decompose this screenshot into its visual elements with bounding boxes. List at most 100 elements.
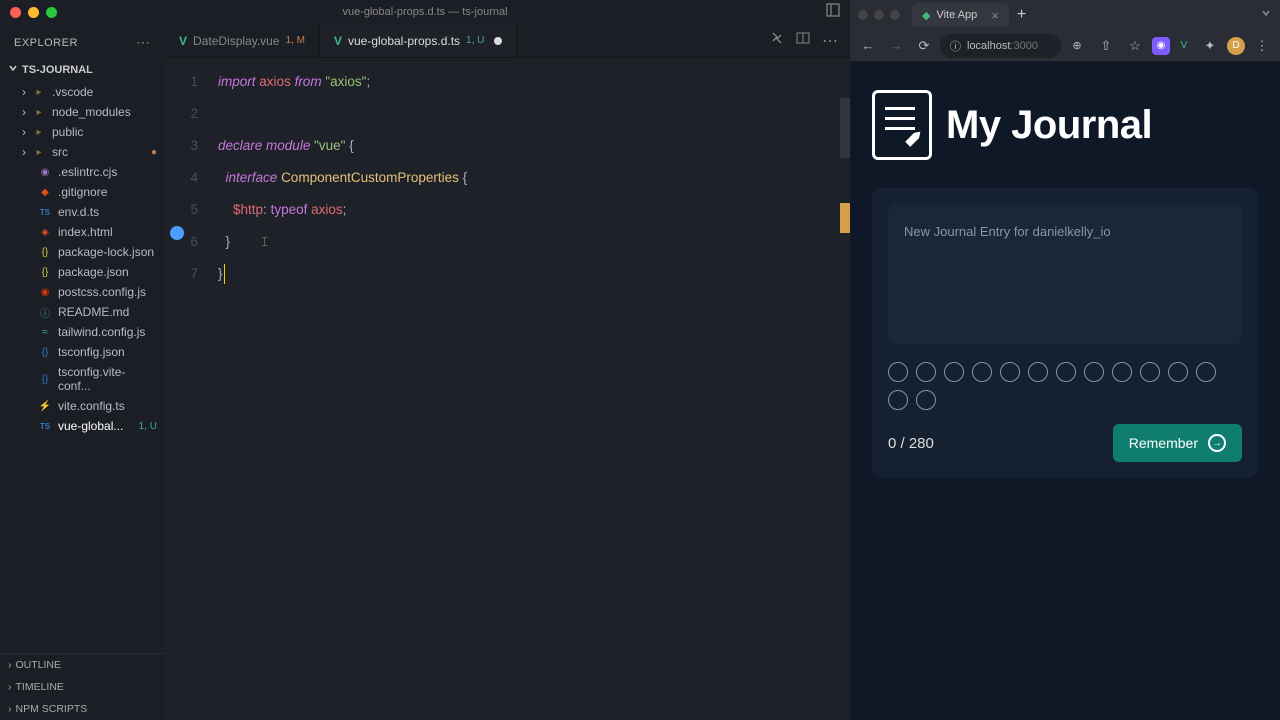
browser-minimize-button[interactable]	[874, 10, 884, 20]
tree-folder-public[interactable]: ›▸public	[0, 122, 165, 142]
code-content[interactable]: import axios from "axios"; declare modul…	[210, 58, 850, 720]
vue-devtools-icon[interactable]: V	[1175, 37, 1193, 55]
tree-file-eslintrc[interactable]: ◉.eslintrc.cjs	[0, 162, 165, 182]
json-file-icon: {}	[38, 245, 52, 259]
tab-label: DateDisplay.vue	[193, 34, 279, 48]
entry-textarea[interactable]: New Journal Entry for danielkelly_io	[888, 204, 1242, 344]
tab-dropdown-icon[interactable]	[1260, 6, 1272, 24]
tree-folder-vscode[interactable]: ›▸.vscode	[0, 82, 165, 102]
more-actions-icon[interactable]: ⋯	[822, 31, 838, 51]
layout-icon[interactable]	[826, 3, 840, 22]
tree-file-package[interactable]: {}package.json	[0, 262, 165, 282]
close-window-button[interactable]	[10, 7, 21, 18]
chevron-right-icon: ›	[8, 659, 12, 671]
minimize-window-button[interactable]	[28, 7, 39, 18]
emoji-option[interactable]	[1000, 362, 1020, 382]
tree-folder-node-modules[interactable]: ›▸node_modules	[0, 102, 165, 122]
emoji-option[interactable]	[916, 362, 936, 382]
tree-file-tsconfig-vite[interactable]: {}tsconfig.vite-conf...	[0, 362, 165, 396]
emoji-option[interactable]	[888, 390, 908, 410]
caret-icon	[224, 264, 225, 284]
tree-file-env[interactable]: TSenv.d.ts	[0, 202, 165, 222]
reload-button[interactable]: ⟳	[912, 34, 936, 58]
address-bar: ← → ⟳ ⓘ localhost:3000 ⊕ ⇧ ☆ ◉ V ✦ D ⋮	[850, 30, 1280, 62]
emoji-option[interactable]	[1084, 362, 1104, 382]
menu-icon[interactable]: ⋮	[1250, 34, 1274, 58]
profile-avatar-icon[interactable]: D	[1227, 37, 1245, 55]
button-label: Remember	[1129, 435, 1198, 451]
browser-tab[interactable]: ◆ Vite App ×	[912, 3, 1009, 27]
emoji-option[interactable]	[944, 362, 964, 382]
tree-file-tsconfig[interactable]: {}tsconfig.json	[0, 342, 165, 362]
back-button[interactable]: ←	[856, 34, 880, 58]
maximize-window-button[interactable]	[46, 7, 57, 18]
tree-file-readme[interactable]: ⓘREADME.md	[0, 302, 165, 322]
tree-file-index-html[interactable]: ◈index.html	[0, 222, 165, 242]
emoji-option[interactable]	[1112, 362, 1132, 382]
chevron-right-icon: ›	[8, 703, 12, 715]
url-input[interactable]: ⓘ localhost:3000	[940, 34, 1061, 58]
emoji-option[interactable]	[888, 362, 908, 382]
folder-icon: ▸	[32, 125, 46, 139]
split-editor-icon[interactable]	[796, 31, 810, 51]
line-gutter: 1 2 3 4 5 6 7	[165, 58, 210, 720]
chevron-right-icon: ›	[22, 85, 26, 99]
minimap[interactable]	[840, 98, 850, 158]
json-file-icon: {}	[38, 372, 52, 386]
site-info-icon[interactable]: ⓘ	[950, 38, 961, 54]
page-content: My Journal New Journal Entry for danielk…	[850, 62, 1280, 720]
emoji-option[interactable]	[972, 362, 992, 382]
forward-button[interactable]: →	[884, 34, 908, 58]
tree-file-gitignore[interactable]: ◆.gitignore	[0, 182, 165, 202]
emoji-option[interactable]	[1028, 362, 1048, 382]
browser-maximize-button[interactable]	[890, 10, 900, 20]
explorer-more-icon[interactable]: ⋯	[136, 34, 151, 51]
json-file-icon: {}	[38, 265, 52, 279]
tree-file-package-lock[interactable]: {}package-lock.json	[0, 242, 165, 262]
project-header[interactable]: TS-JOURNAL	[0, 59, 165, 80]
tree-file-tailwind[interactable]: ≈tailwind.config.js	[0, 322, 165, 342]
outline-panel[interactable]: ›OUTLINE	[0, 654, 165, 676]
window-title: vue-global-props.d.ts — ts-journal	[342, 6, 507, 18]
emoji-option[interactable]	[1140, 362, 1160, 382]
tree-file-vue-global[interactable]: TSvue-global...1, U	[0, 416, 165, 436]
browser-close-button[interactable]	[858, 10, 868, 20]
emoji-option[interactable]	[1168, 362, 1188, 382]
lightbulb-icon[interactable]	[170, 226, 184, 240]
editor-area: V DateDisplay.vue 1, M V vue-global-prop…	[165, 24, 850, 720]
emoji-picker	[888, 358, 1242, 424]
explorer-header: EXPLORER ⋯	[0, 24, 165, 59]
folder-icon: ▸	[32, 85, 46, 99]
new-tab-button[interactable]: +	[1017, 6, 1026, 24]
entry-placeholder: New Journal Entry for danielkelly_io	[904, 224, 1111, 239]
tree-file-vite-config[interactable]: ⚡vite.config.ts	[0, 396, 165, 416]
ts-file-icon: TS	[38, 205, 52, 219]
card-footer: 0 / 280 Remember →	[888, 424, 1242, 462]
extensions-icon[interactable]: ✦	[1198, 34, 1222, 58]
npm-scripts-panel[interactable]: ›NPM SCRIPTS	[0, 698, 165, 720]
readme-file-icon: ⓘ	[38, 305, 52, 319]
tab-vue-global-props[interactable]: V vue-global-props.d.ts 1, U	[320, 24, 517, 57]
explorer-sidebar: EXPLORER ⋯ TS-JOURNAL ›▸.vscode ›▸node_m…	[0, 24, 165, 720]
tree-folder-src[interactable]: ›▸src●	[0, 142, 165, 162]
tab-close-icon[interactable]: ×	[991, 8, 999, 23]
extension-icon[interactable]: ◉	[1152, 37, 1170, 55]
zoom-icon[interactable]: ⊕	[1065, 34, 1089, 58]
emoji-option[interactable]	[916, 390, 936, 410]
vscode-window: vue-global-props.d.ts — ts-journal EXPLO…	[0, 0, 850, 720]
tab-datedisplay[interactable]: V DateDisplay.vue 1, M	[165, 24, 320, 57]
project-name: TS-JOURNAL	[22, 64, 93, 76]
ts-file-icon: TS	[38, 419, 52, 433]
remember-button[interactable]: Remember →	[1113, 424, 1242, 462]
code-editor[interactable]: 1 2 3 4 5 6 7 import axios from "axios";…	[165, 58, 850, 720]
timeline-panel[interactable]: ›TIMELINE	[0, 676, 165, 698]
vue-file-icon: V	[334, 34, 342, 48]
emoji-option[interactable]	[1056, 362, 1076, 382]
app-header: My Journal	[872, 90, 1258, 160]
share-icon[interactable]: ⇧	[1094, 34, 1118, 58]
editor-actions: ⋯	[770, 31, 850, 51]
emoji-option[interactable]	[1196, 362, 1216, 382]
tree-file-postcss[interactable]: ◉postcss.config.js	[0, 282, 165, 302]
bookmark-icon[interactable]: ☆	[1123, 34, 1147, 58]
compare-icon[interactable]	[770, 31, 784, 51]
